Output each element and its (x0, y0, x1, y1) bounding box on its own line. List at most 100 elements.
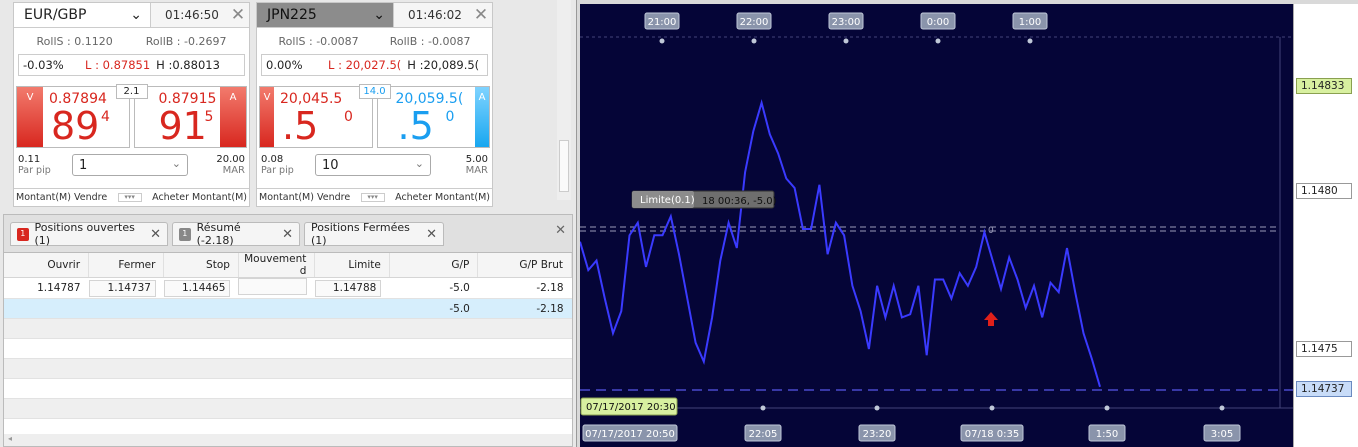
horizontal-scrollbar[interactable]: ◂ (4, 434, 572, 446)
symbol-select[interactable]: JPN225 ⌄ (257, 3, 394, 27)
top-time-tick (659, 38, 665, 44)
cell-pl: -5.0 (389, 277, 478, 299)
trade-ticket-eurgbp: EUR/GBP ⌄ 01:46:50 ✕ RollS : 0.1120 RollB… (13, 2, 250, 207)
footer-amount-left: Montant(M) (16, 192, 71, 203)
pip-value: 0.08 (261, 154, 284, 165)
cursor-date-label: 07/17/2017 20:30 (586, 402, 676, 413)
buy-button[interactable]: 0.87915 91 5 A (133, 86, 247, 148)
cell-pl-gross: -2.18 (477, 277, 572, 299)
margin-value: 20.00 (216, 154, 245, 165)
chevron-down-icon: ⌄ (414, 157, 424, 170)
symbol-label: JPN225 (267, 7, 317, 23)
bottom-time-tick (1104, 405, 1110, 411)
price-chart[interactable]: 0 21:00 22:00 23:00 0:00 1:00 07/17/2017 20:… (580, 4, 1293, 447)
pip-label: Par pip (18, 165, 51, 176)
margin-info: 5.00 MAR (466, 154, 488, 176)
empty-row (4, 338, 572, 359)
margin-label: MAR (222, 165, 245, 176)
col-pl-gross[interactable]: G/P Brut (477, 253, 572, 278)
sell-price-big: 89 (51, 104, 100, 148)
bottom-time-label: 1:50 (1096, 429, 1118, 440)
top-time-tick (935, 38, 941, 44)
sell-label: V (260, 87, 274, 147)
positions-tabbar: 1 Positions ouvertes (1) ✕ 1 Résumé (-2.… (4, 215, 572, 253)
margin-value: 5.00 (465, 154, 488, 165)
top-time-label: 0:00 (927, 17, 949, 28)
stats-row: -0.03% L : 0.87851 H :0.88013 (18, 54, 245, 76)
chevron-down-icon: ⌄ (373, 7, 385, 23)
empty-row (4, 318, 572, 339)
expand-handle-icon[interactable]: ▾▾▾ (117, 193, 142, 202)
col-stop[interactable]: Stop (163, 253, 239, 278)
panel-close-icon[interactable]: ✕ (555, 223, 566, 238)
tab-closed-positions[interactable]: Positions Fermées (1) ✕ (304, 221, 444, 247)
footer-buy: Acheter Montant(M) (152, 192, 247, 203)
scrollbar-thumb[interactable] (559, 140, 569, 192)
cell-close[interactable]: 1.14737 (88, 277, 164, 299)
empty-row (4, 398, 572, 419)
ticket-footer: Montant(M) Vendre ▾▾▾ Acheter Montant(M) (257, 188, 492, 206)
change-pct: -0.03% (23, 58, 64, 72)
trade-ticket-jpn225: JPN225 ⌄ 01:46:02 ✕ RollS : -0.0087 RollB… (256, 2, 493, 207)
sell-button[interactable]: V 20,045.5 .5 0 (259, 86, 373, 148)
col-pl[interactable]: G/P (389, 253, 479, 278)
top-time-label: 22:00 (740, 17, 769, 28)
tab-summary[interactable]: 1 Résumé (-2.18) ✕ (172, 221, 300, 247)
spread-value: 14.0 (358, 84, 391, 99)
cell-move[interactable] (238, 277, 315, 299)
price-tag-1475: 1.1475 (1296, 341, 1352, 357)
ticket-footer: Montant(M) Vendre ▾▾▾ Acheter Montant(M) (14, 188, 249, 206)
empty-row (4, 378, 572, 399)
spread-value: 2.1 (115, 84, 148, 99)
col-close[interactable]: Fermer (88, 253, 165, 278)
close-icon[interactable]: ✕ (282, 227, 293, 242)
roll-row: RollS : -0.0087 RollB : -0.0087 (257, 28, 492, 54)
roll-sell: RollS : -0.0087 (278, 34, 359, 48)
buy-label: A (220, 87, 246, 147)
stop-value: 1.14465 (163, 279, 231, 297)
close-value: 1.14737 (88, 279, 156, 297)
price-tag-1480: 1.1480 (1296, 183, 1352, 199)
bottom-time-label: 07/17/2017 20:50 (585, 429, 675, 440)
chevron-down-icon: ⌄ (130, 7, 142, 23)
buy-button[interactable]: 20,059.5( .5 0 A (376, 86, 490, 148)
col-limit[interactable]: Limite (314, 253, 390, 278)
roll-buy: RollB : -0.0087 (389, 34, 471, 48)
price-tag-current: 1.14737 (1296, 381, 1352, 397)
sell-button[interactable]: V 0.87894 89 4 (16, 86, 130, 148)
vertical-scrollbar[interactable] (557, 0, 571, 200)
roll-buy: RollB : -0.2697 (145, 34, 227, 48)
sell-price-big: .5 (282, 104, 319, 148)
top-time-tick (1027, 38, 1033, 44)
high-price: H :0.88013 (156, 58, 220, 72)
tab-open-positions[interactable]: 1 Positions ouvertes (1) ✕ (10, 221, 168, 247)
pip-label: Par pip (261, 165, 294, 176)
pip-info: 0.11 Par pip (18, 154, 51, 176)
table-row[interactable]: 1.14787 1.14737 1.14465 1.14788 -5.0 -2.… (4, 277, 572, 299)
quantity-select[interactable]: 10 ⌄ (315, 154, 431, 176)
cursor-date: 07/17/2017 20:30 (580, 397, 678, 416)
close-icon[interactable]: ✕ (470, 3, 492, 27)
footer-buy: Acheter Montant(M) (395, 192, 490, 203)
order-tooltip[interactable]: Limite(0.1) 18 00:36, -5.0) (631, 190, 777, 209)
cell-stop[interactable]: 1.14465 (163, 277, 239, 299)
roll-sell: RollS : 0.1120 (36, 34, 113, 48)
col-move[interactable]: Mouvement d (238, 253, 316, 278)
empty-row (4, 358, 572, 379)
summary-badge-icon: 1 (179, 227, 191, 241)
tab-label: Résumé (-2.18) (196, 221, 241, 247)
close-icon[interactable]: ✕ (227, 3, 249, 27)
quantity-select[interactable]: 1 ⌄ (72, 154, 188, 176)
expand-handle-icon[interactable]: ▾▾▾ (360, 193, 385, 202)
price-tag-high: 1.14833 (1296, 78, 1352, 94)
col-open[interactable]: Ouvrir (4, 253, 90, 278)
limit-value: 1.14788 (314, 279, 382, 297)
positions-table: Ouvrir Fermer Stop Mouvement d Limite G/… (4, 253, 572, 439)
pip-info: 0.08 Par pip (261, 154, 294, 176)
total-pl-gross: -2.18 (477, 298, 572, 319)
close-icon[interactable]: ✕ (150, 227, 161, 242)
cell-limit[interactable]: 1.14788 (314, 277, 390, 299)
close-icon[interactable]: ✕ (426, 227, 437, 242)
symbol-select[interactable]: EUR/GBP ⌄ (14, 3, 151, 27)
top-time-label: 21:00 (648, 17, 677, 28)
